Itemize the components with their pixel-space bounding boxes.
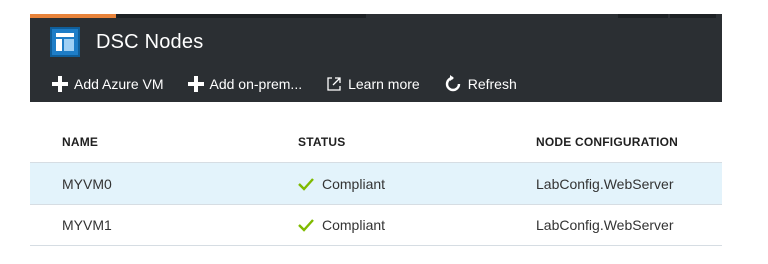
plus-icon bbox=[187, 76, 204, 92]
refresh-icon bbox=[444, 75, 462, 93]
node-name: MYVM0 bbox=[62, 175, 112, 192]
add-on-prem-button[interactable]: Add on-prem... bbox=[187, 76, 303, 92]
title-row: DSC Nodes bbox=[50, 26, 203, 58]
learn-more-label: Learn more bbox=[348, 76, 420, 92]
dsc-nodes-icon bbox=[50, 27, 80, 57]
node-configuration: LabConfig.WebServer bbox=[536, 175, 674, 192]
header-strip bbox=[618, 14, 668, 18]
status-text: Compliant bbox=[322, 175, 386, 192]
column-header-name[interactable]: NAME bbox=[30, 135, 270, 149]
node-name: MYVM1 bbox=[62, 217, 112, 233]
dsc-nodes-blade: DSC Nodes Add Azure VM Add on-prem... Le… bbox=[30, 14, 722, 264]
table-row[interactable]: MYVM0 Compliant LabConfig.WebServer bbox=[30, 162, 722, 204]
refresh-button[interactable]: Refresh bbox=[444, 75, 517, 93]
active-accent-bar bbox=[30, 14, 116, 18]
node-status: Compliant bbox=[270, 176, 506, 192]
command-bar: Add Azure VM Add on-prem... Learn more R… bbox=[52, 72, 541, 96]
column-header-node-configuration[interactable]: NODE CONFIGURATION bbox=[506, 135, 722, 149]
table-row[interactable]: MYVM1 Compliant LabConfig.WebServer bbox=[30, 204, 722, 246]
blade-header: DSC Nodes Add Azure VM Add on-prem... Le… bbox=[30, 14, 722, 102]
page-title: DSC Nodes bbox=[96, 30, 204, 53]
add-on-prem-label: Add on-prem... bbox=[209, 76, 303, 92]
refresh-label: Refresh bbox=[467, 76, 517, 92]
checkmark-icon bbox=[298, 177, 314, 191]
plus-icon bbox=[52, 76, 68, 92]
node-configuration: LabConfig.WebServer bbox=[536, 217, 674, 233]
nodes-table: NAME STATUS NODE CONFIGURATION MYVM0 Com… bbox=[30, 122, 722, 246]
external-link-icon bbox=[326, 76, 342, 92]
header-strip bbox=[670, 14, 716, 18]
node-status: Compliant bbox=[270, 217, 506, 233]
add-azure-vm-label: Add Azure VM bbox=[74, 76, 164, 92]
checkmark-icon bbox=[298, 218, 314, 232]
learn-more-button[interactable]: Learn more bbox=[326, 76, 420, 92]
column-header-status[interactable]: STATUS bbox=[270, 135, 506, 149]
status-text: Compliant bbox=[322, 217, 386, 233]
table-header: NAME STATUS NODE CONFIGURATION bbox=[30, 122, 722, 162]
header-strip bbox=[116, 14, 366, 18]
add-azure-vm-button[interactable]: Add Azure VM bbox=[52, 76, 164, 92]
